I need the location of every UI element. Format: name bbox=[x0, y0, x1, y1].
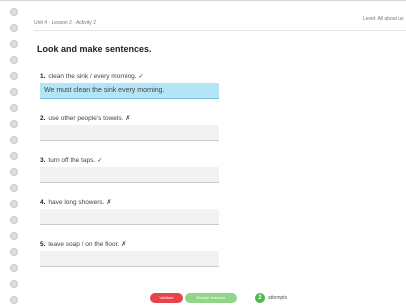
binder-ring-icon bbox=[10, 136, 18, 144]
question-3-label: 3. turn off the taps. ✓ bbox=[40, 156, 103, 164]
binder-ring-icon bbox=[10, 280, 18, 288]
binder-ring-icon bbox=[10, 88, 18, 96]
validate-button[interactable]: Validate bbox=[150, 293, 183, 303]
question-5-label: 5. leave soap / on the floor. ✗ bbox=[40, 240, 127, 248]
binder-ring-icon bbox=[10, 152, 18, 160]
binder-ring-icon bbox=[10, 120, 18, 128]
question-prompt: have long showers. ✗ bbox=[48, 199, 112, 206]
attempts-label: attempts bbox=[268, 295, 288, 301]
answer-field-3[interactable] bbox=[40, 167, 219, 183]
question-number: 3. bbox=[40, 157, 46, 164]
question-prompt: turn off the taps. ✓ bbox=[48, 157, 103, 164]
binder-ring-icon bbox=[10, 8, 18, 16]
level-label: Level: All about us bbox=[363, 16, 404, 22]
question-number: 4. bbox=[40, 199, 46, 206]
activity-title: Look and make sentences. bbox=[37, 44, 152, 54]
binder-ring-icon bbox=[10, 264, 18, 272]
top-border bbox=[0, 0, 406, 1]
question-prompt: leave soap / on the floor. ✗ bbox=[48, 241, 127, 248]
binder-ring-icon bbox=[10, 56, 18, 64]
binder-ring-icon bbox=[10, 248, 18, 256]
attempts-count-badge: 2 bbox=[255, 293, 265, 303]
answer-field-2[interactable] bbox=[40, 125, 219, 141]
answer-field-4[interactable] bbox=[40, 209, 219, 225]
question-number: 1. bbox=[40, 73, 46, 80]
binder-ring-icon bbox=[10, 296, 18, 304]
breadcrumb: Unit 4 · Lesson 2 · Activity 2 bbox=[34, 20, 96, 26]
question-number: 2. bbox=[40, 115, 46, 122]
binder-ring-icon bbox=[10, 168, 18, 176]
restart-button[interactable]: Restart exercise bbox=[185, 293, 237, 303]
answer-field-1[interactable]: We must clean the sink every morning. bbox=[40, 83, 219, 99]
question-prompt: clean the sink / every morning. ✓ bbox=[48, 73, 144, 80]
binder-ring-icon bbox=[10, 184, 18, 192]
binder-ring-icon bbox=[10, 40, 18, 48]
question-number: 5. bbox=[40, 241, 46, 248]
question-prompt: use other people's towels. ✗ bbox=[48, 115, 131, 122]
question-2-label: 2. use other people's towels. ✗ bbox=[40, 114, 131, 122]
header-divider bbox=[34, 30, 406, 31]
binder-ring-icon bbox=[10, 72, 18, 80]
question-4-label: 4. have long showers. ✗ bbox=[40, 198, 112, 206]
answer-field-5[interactable] bbox=[40, 251, 219, 267]
binder-ring-icon bbox=[10, 200, 18, 208]
binder-ring-icon bbox=[10, 232, 18, 240]
binder-ring-icon bbox=[10, 216, 18, 224]
question-1-label: 1. clean the sink / every morning. ✓ bbox=[40, 72, 144, 80]
binder-ring-icon bbox=[10, 24, 18, 32]
binder-ring-icon bbox=[10, 104, 18, 112]
